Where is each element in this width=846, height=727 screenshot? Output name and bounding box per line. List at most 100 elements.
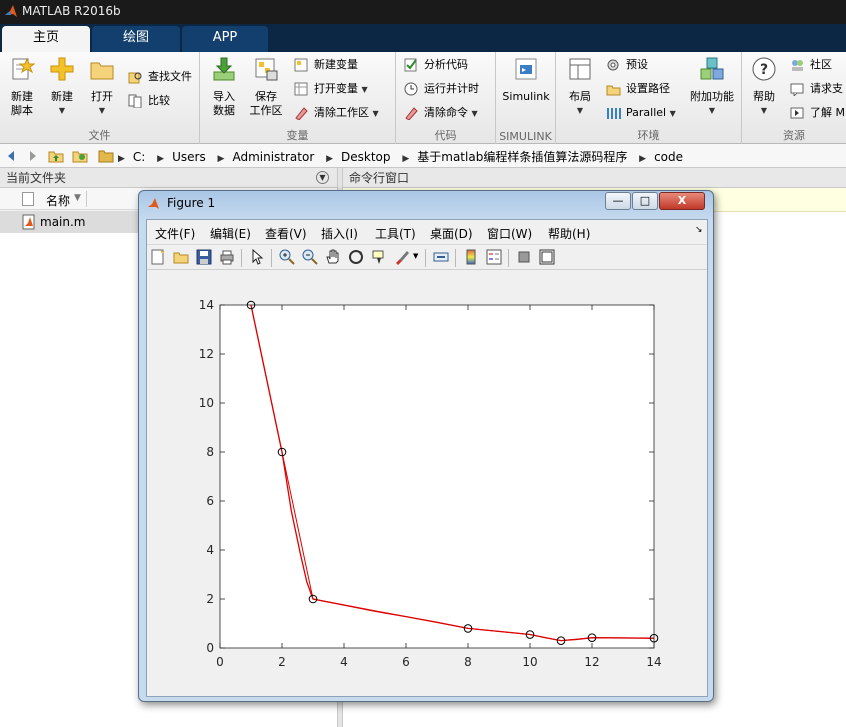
y-tick-label: 6 — [206, 494, 214, 508]
maximize-button[interactable]: □ — [632, 192, 658, 210]
preferences-button[interactable]: 预设 — [606, 56, 648, 74]
community-button[interactable]: 社区 — [790, 56, 832, 74]
menu-insert[interactable]: 插入(I) — [321, 225, 358, 242]
new-variable-button[interactable]: 新建变量 — [294, 56, 358, 74]
forward-arrow-icon[interactable] — [24, 148, 40, 164]
compare-button[interactable]: 比较 — [128, 92, 170, 110]
m-file-icon — [22, 214, 35, 230]
simulink-button[interactable]: Simulink — [500, 56, 552, 104]
request-support-button[interactable]: 请求支 — [790, 80, 843, 98]
new-label: 新建 — [51, 90, 73, 103]
data-cursor-icon[interactable] — [371, 249, 387, 265]
gear-icon — [607, 59, 619, 71]
layout-icon — [569, 58, 591, 80]
pan-hand-icon[interactable] — [325, 249, 341, 265]
hide-plot-tools-icon[interactable] — [516, 249, 532, 265]
figure-window: Figure 1 — □ X 文件(F) 编辑(E) 查看(V) 插入(I) 工… — [138, 190, 714, 702]
name-column-label[interactable]: 名称 — [46, 192, 70, 209]
breadcrumb-item[interactable]: Administrator — [232, 150, 314, 164]
toolbar-separator — [271, 249, 272, 267]
breadcrumb-item[interactable]: Desktop — [341, 150, 391, 164]
new-button[interactable]: 新建 ▼ — [44, 56, 80, 118]
legend-icon[interactable] — [486, 249, 502, 265]
plot-area[interactable]: 0 2 4 6 8 10 12 14 0 2 4 6 8 10 12 14 — [147, 272, 707, 696]
new-figure-icon[interactable] — [150, 249, 166, 265]
y-tick-label: 0 — [206, 641, 214, 655]
clear-workspace-icon — [295, 107, 308, 120]
preferences-label: 预设 — [626, 58, 648, 71]
up-folder-icon[interactable] — [48, 148, 64, 164]
new-script-icon — [12, 57, 36, 80]
import-data-button[interactable]: 导入 数据 — [206, 56, 242, 118]
rotate-3d-icon[interactable] — [348, 249, 364, 265]
new-script-button[interactable]: 新建 脚本 — [4, 56, 40, 118]
request-support-icon — [790, 83, 804, 96]
clear-commands-label: 清除命令 — [424, 106, 468, 119]
set-path-button[interactable]: 设置路径 — [606, 80, 670, 98]
run-and-time-button[interactable]: 运行并计时 — [404, 80, 479, 98]
close-button[interactable]: X — [659, 192, 705, 210]
layout-button[interactable]: 布局 ▼ — [562, 56, 598, 118]
run-and-time-icon — [404, 82, 418, 96]
y-tick-label: 2 — [206, 592, 214, 606]
save-icon[interactable] — [196, 249, 212, 265]
open-variable-button[interactable]: 打开变量 ▼ — [294, 80, 368, 98]
pointer-icon[interactable] — [249, 249, 265, 265]
matlab-logo-icon — [5, 5, 17, 17]
x-tick-label: 14 — [646, 655, 661, 669]
x-tick-label: 12 — [584, 655, 599, 669]
sort-chevron-icon[interactable]: ▼ — [74, 193, 81, 203]
save-workspace-button[interactable]: 保存 工作区 — [246, 56, 286, 118]
dock-arrow-icon[interactable]: ↘ — [695, 225, 703, 235]
breadcrumb: ▶ C: ▶ Users ▶ Administrator ▶ Desktop ▶ 基于ma… — [118, 150, 684, 164]
parallel-button[interactable]: Parallel ▼ — [606, 104, 676, 122]
menu-tools[interactable]: 工具(T) — [375, 225, 416, 242]
zoom-in-icon[interactable] — [279, 249, 295, 265]
folder-open-icon — [90, 62, 114, 80]
x-tick-label: 8 — [464, 655, 472, 669]
x-tick-label: 10 — [522, 655, 537, 669]
link-plot-icon[interactable] — [433, 249, 449, 265]
minimize-button[interactable]: — — [605, 192, 631, 210]
brush-dropdown-chevron-icon[interactable]: ▼ — [413, 252, 418, 260]
analyze-code-button[interactable]: 分析代码 — [404, 56, 468, 74]
browse-folder-icon[interactable] — [72, 148, 88, 164]
open-button[interactable]: 打开 ▼ — [84, 56, 120, 118]
toolbar-separator — [241, 249, 242, 267]
ribbon-section-file: 新建 脚本 新建 ▼ 打开 ▼ 查找文件 比较 文件 — [0, 52, 200, 144]
menu-window[interactable]: 窗口(W) — [487, 225, 532, 242]
colorbar-icon[interactable] — [463, 249, 479, 265]
breadcrumb-item[interactable]: C: — [133, 150, 145, 164]
clear-workspace-button[interactable]: 清除工作区 ▼ — [294, 104, 379, 122]
command-window-title: 命令行窗口 — [349, 171, 410, 185]
breadcrumb-item[interactable]: code — [654, 150, 683, 164]
tab-plots[interactable]: 绘图 — [92, 26, 180, 52]
figure-menubar: 文件(F) 编辑(E) 查看(V) 插入(I) 工具(T) 桌面(D) 窗口(W… — [147, 220, 707, 244]
analyze-code-label: 分析代码 — [424, 58, 468, 71]
menu-edit[interactable]: 编辑(E) — [210, 225, 251, 242]
menu-file[interactable]: 文件(F) — [155, 225, 195, 242]
open-file-icon[interactable] — [173, 249, 189, 265]
help-button[interactable]: ? 帮助 ▼ — [748, 56, 780, 118]
breadcrumb-item[interactable]: 基于matlab编程样条插值算法源码程序 — [417, 150, 627, 164]
tab-home[interactable]: 主页 — [2, 26, 90, 52]
show-plot-tools-icon[interactable] — [539, 249, 555, 265]
menu-view[interactable]: 查看(V) — [265, 225, 307, 242]
new-variable-icon — [294, 58, 308, 72]
menu-desktop[interactable]: 桌面(D) — [430, 225, 473, 242]
analyze-code-icon — [404, 58, 417, 72]
find-files-button[interactable]: 查找文件 — [128, 68, 192, 86]
learn-matlab-button[interactable]: 了解 M — [790, 104, 845, 122]
panel-menu-chevron-icon[interactable]: ▼ — [316, 171, 329, 184]
menu-help[interactable]: 帮助(H) — [548, 225, 590, 242]
zoom-out-icon[interactable] — [302, 249, 318, 265]
breadcrumb-item[interactable]: Users — [172, 150, 206, 164]
app-title: MATLAB R2016b — [22, 4, 121, 18]
print-icon[interactable] — [219, 249, 235, 265]
clear-commands-button[interactable]: 清除命令 ▼ — [404, 104, 478, 122]
tab-apps[interactable]: APP — [182, 26, 268, 52]
brush-icon[interactable] — [394, 249, 410, 265]
back-arrow-icon[interactable] — [4, 148, 20, 164]
import-data-icon — [213, 57, 235, 81]
addons-button[interactable]: 附加功能 ▼ — [686, 56, 738, 118]
